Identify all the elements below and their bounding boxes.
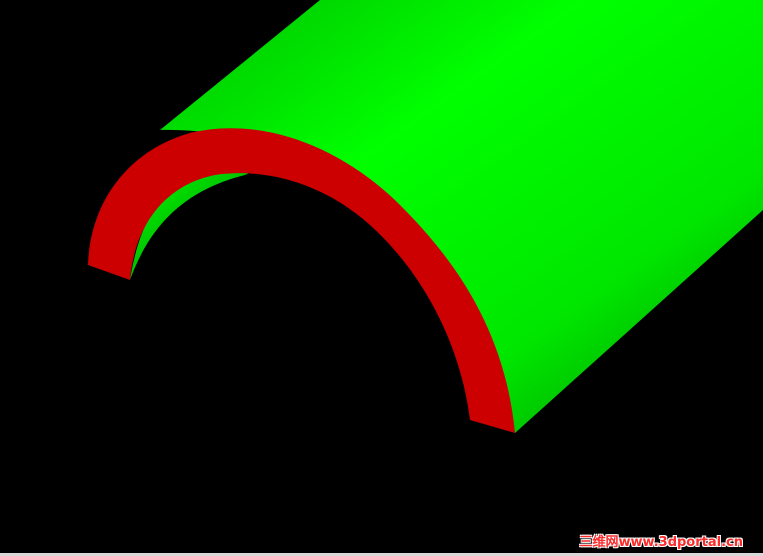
viewport: 三维网www.3dportal.cn bbox=[0, 0, 763, 556]
watermark-logo: 三维网www.3dportal.cn bbox=[579, 535, 743, 550]
half-pipe-render bbox=[88, 0, 763, 433]
